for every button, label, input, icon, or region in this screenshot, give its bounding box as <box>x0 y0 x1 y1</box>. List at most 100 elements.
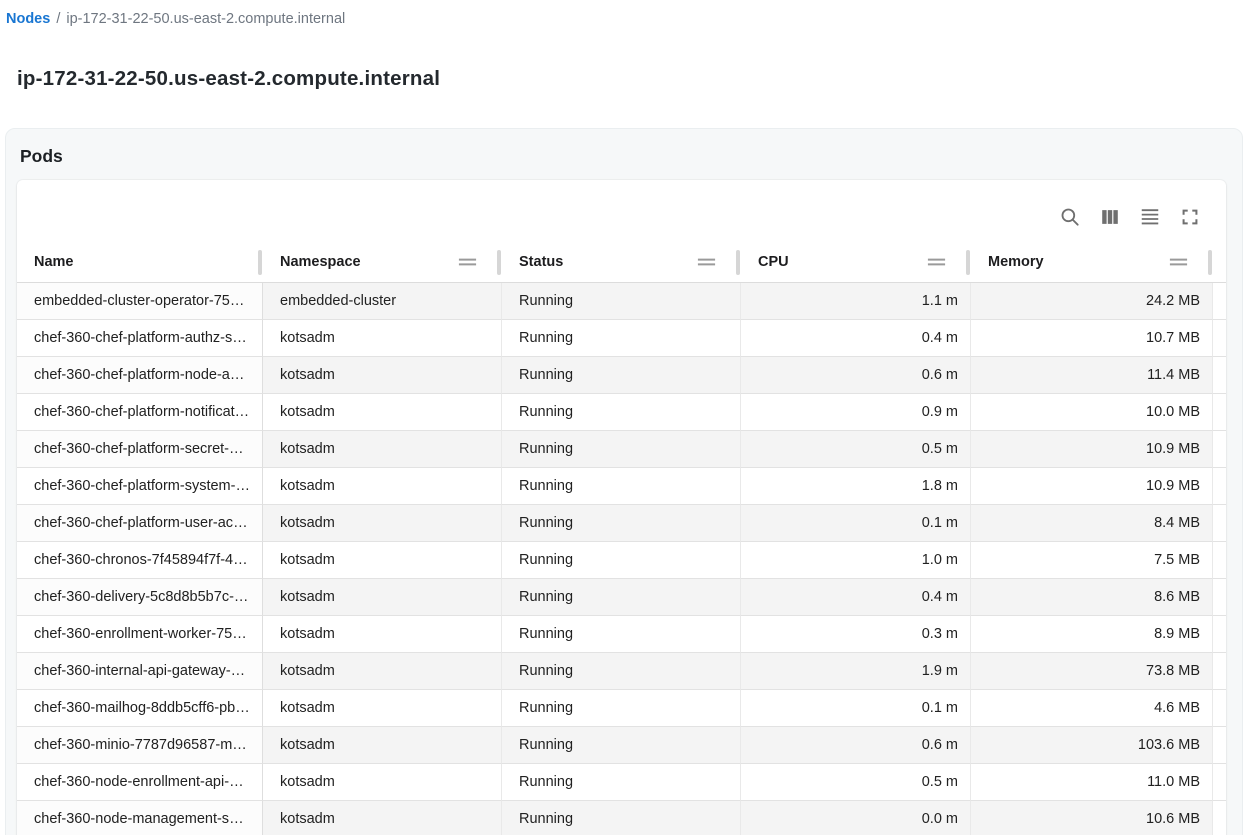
column-resize-handle[interactable] <box>258 250 262 275</box>
column-header-name[interactable]: Name <box>17 242 263 283</box>
filler-cell <box>1213 320 1226 357</box>
pods-table: Name Namespace S <box>17 242 1226 835</box>
table-header: Name Namespace S <box>17 242 1226 283</box>
pod-name-cell: chef-360-chronos-7f45894f7f-4s… <box>17 542 263 579</box>
pod-status-cell: Running <box>502 431 741 468</box>
pod-memory-cell: 11.0 MB <box>971 764 1213 801</box>
pod-name-cell: chef-360-node-enrollment-api-7… <box>17 764 263 801</box>
column-resize-handle[interactable] <box>966 250 970 275</box>
pod-namespace-cell: kotsadm <box>263 727 502 764</box>
pod-status-cell: Running <box>502 764 741 801</box>
pod-namespace-cell: kotsadm <box>263 764 502 801</box>
pod-status-cell: Running <box>502 542 741 579</box>
column-label: CPU <box>758 254 789 270</box>
pod-cpu-cell: 1.1 m <box>741 283 971 320</box>
column-drag-handle-icon[interactable] <box>457 252 478 272</box>
column-resize-handle[interactable] <box>1208 250 1212 275</box>
pod-cpu-cell: 0.9 m <box>741 394 971 431</box>
pod-namespace-cell: kotsadm <box>263 431 502 468</box>
pod-cpu-cell: 0.0 m <box>741 801 971 835</box>
pod-status-cell: Running <box>502 727 741 764</box>
table-row: chef-360-chef-platform-system-… kotsadm … <box>17 468 1226 505</box>
column-drag-handle-icon[interactable] <box>1168 252 1189 272</box>
pod-name-cell: chef-360-delivery-5c8d8b5b7c-r… <box>17 579 263 616</box>
pod-memory-cell: 10.9 MB <box>971 468 1213 505</box>
pods-card-title: Pods <box>6 129 1242 180</box>
column-resize-handle[interactable] <box>736 250 740 275</box>
pods-card: Pods <box>5 128 1243 835</box>
table-row: chef-360-chef-platform-user-acc… kotsadm… <box>17 505 1226 542</box>
pod-name-cell: chef-360-chef-platform-node-ac… <box>17 357 263 394</box>
table-row: embedded-cluster-operator-758… embedded-… <box>17 283 1226 320</box>
breadcrumb-separator: / <box>56 11 60 27</box>
filler-cell <box>1213 505 1226 542</box>
density-button[interactable] <box>1132 199 1168 235</box>
column-header-cpu[interactable]: CPU <box>741 242 971 283</box>
pod-cpu-cell: 0.3 m <box>741 616 971 653</box>
show-hide-columns-button[interactable] <box>1092 199 1128 235</box>
column-drag-handle-icon[interactable] <box>926 252 947 272</box>
pod-name-cell: chef-360-minio-7787d96587-mk… <box>17 727 263 764</box>
pod-namespace-cell: kotsadm <box>263 690 502 727</box>
pod-cpu-cell: 0.4 m <box>741 579 971 616</box>
column-label: Memory <box>988 254 1044 270</box>
table-row: chef-360-delivery-5c8d8b5b7c-r… kotsadm … <box>17 579 1226 616</box>
filler-cell <box>1213 357 1226 394</box>
pod-memory-cell: 24.2 MB <box>971 283 1213 320</box>
column-header-status[interactable]: Status <box>502 242 741 283</box>
pod-name-cell: chef-360-internal-api-gateway-6… <box>17 653 263 690</box>
pod-status-cell: Running <box>502 394 741 431</box>
pod-memory-cell: 8.6 MB <box>971 579 1213 616</box>
breadcrumb-current: ip-172-31-22-50.us-east-2.compute.intern… <box>66 11 345 27</box>
pods-table-card: Name Namespace S <box>17 180 1226 835</box>
table-row: chef-360-mailhog-8ddb5cff6-pb… kotsadm R… <box>17 690 1226 727</box>
pod-cpu-cell: 1.0 m <box>741 542 971 579</box>
pod-memory-cell: 10.9 MB <box>971 431 1213 468</box>
breadcrumb: Nodes / ip-172-31-22-50.us-east-2.comput… <box>6 11 345 27</box>
filler-cell <box>1213 579 1226 616</box>
pod-memory-cell: 103.6 MB <box>971 727 1213 764</box>
pod-memory-cell: 8.4 MB <box>971 505 1213 542</box>
breadcrumb-link-nodes[interactable]: Nodes <box>6 11 50 27</box>
pod-cpu-cell: 0.1 m <box>741 690 971 727</box>
pod-status-cell: Running <box>502 616 741 653</box>
filler-cell <box>1213 542 1226 579</box>
pod-name-cell: chef-360-chef-platform-secret-s… <box>17 431 263 468</box>
table-row: chef-360-internal-api-gateway-6… kotsadm… <box>17 653 1226 690</box>
fullscreen-button[interactable] <box>1172 199 1208 235</box>
pod-status-cell: Running <box>502 653 741 690</box>
table-body: embedded-cluster-operator-758… embedded-… <box>17 283 1226 835</box>
pod-name-cell: embedded-cluster-operator-758… <box>17 283 263 320</box>
filler-cell <box>1213 690 1226 727</box>
table-row: chef-360-node-management-ser… kotsadm Ru… <box>17 801 1226 835</box>
pod-namespace-cell: kotsadm <box>263 468 502 505</box>
filler-cell <box>1213 727 1226 764</box>
pod-name-cell: chef-360-chef-platform-authz-se… <box>17 320 263 357</box>
pod-memory-cell: 10.7 MB <box>971 320 1213 357</box>
column-header-namespace[interactable]: Namespace <box>263 242 502 283</box>
density-lines-icon <box>1139 206 1161 228</box>
page-title: ip-172-31-22-50.us-east-2.compute.intern… <box>17 67 440 91</box>
column-header-memory[interactable]: Memory <box>971 242 1213 283</box>
pod-cpu-cell: 0.4 m <box>741 320 971 357</box>
pod-memory-cell: 8.9 MB <box>971 616 1213 653</box>
pod-status-cell: Running <box>502 357 741 394</box>
pod-name-cell: chef-360-enrollment-worker-758… <box>17 616 263 653</box>
fullscreen-corners-icon <box>1179 206 1201 228</box>
filler-cell <box>1213 801 1226 835</box>
pod-memory-cell: 73.8 MB <box>971 653 1213 690</box>
search-icon <box>1059 206 1081 228</box>
pod-name-cell: chef-360-mailhog-8ddb5cff6-pb… <box>17 690 263 727</box>
pod-status-cell: Running <box>502 505 741 542</box>
pod-namespace-cell: embedded-cluster <box>263 283 502 320</box>
pod-cpu-cell: 0.1 m <box>741 505 971 542</box>
search-button[interactable] <box>1052 199 1088 235</box>
column-drag-handle-icon[interactable] <box>696 252 717 272</box>
column-label: Namespace <box>280 254 361 270</box>
pod-memory-cell: 10.0 MB <box>971 394 1213 431</box>
column-resize-handle[interactable] <box>497 250 501 275</box>
pod-status-cell: Running <box>502 579 741 616</box>
pod-cpu-cell: 1.8 m <box>741 468 971 505</box>
pod-name-cell: chef-360-chef-platform-system-… <box>17 468 263 505</box>
pod-memory-cell: 10.6 MB <box>971 801 1213 835</box>
